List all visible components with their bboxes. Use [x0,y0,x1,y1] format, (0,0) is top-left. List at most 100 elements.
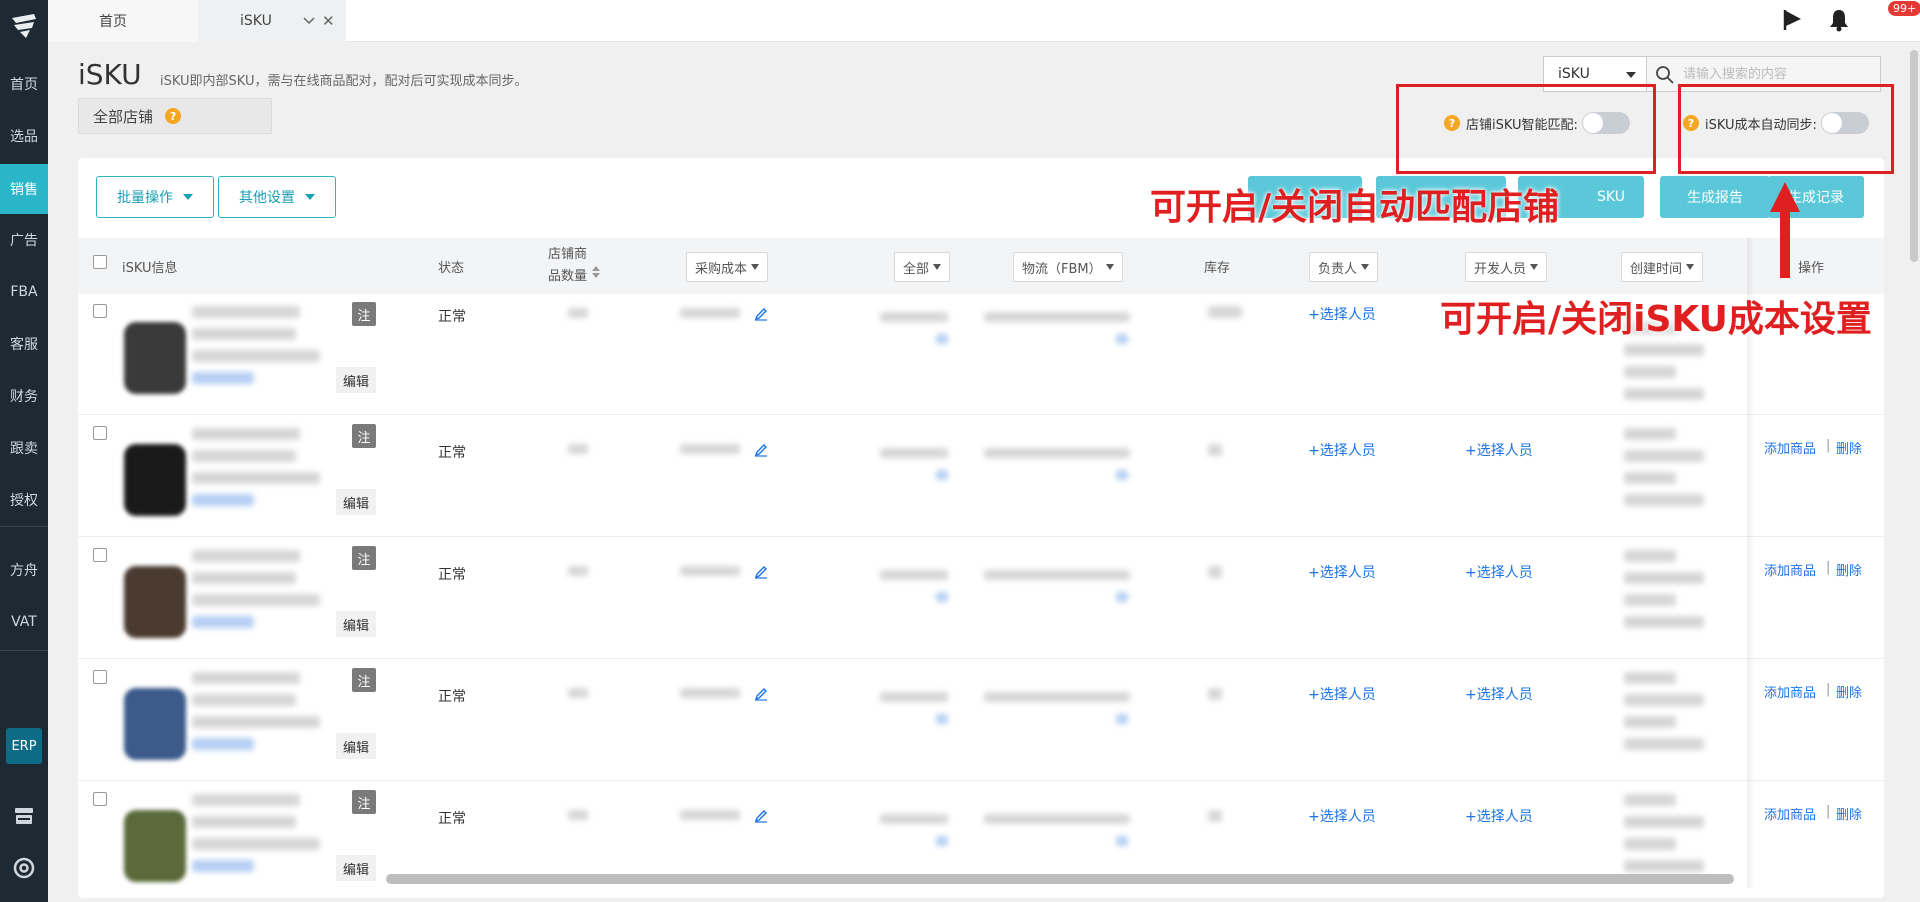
table-row: 注 编辑 正常 +选择人员 +选择人员 添加商品 | 删除 [78,538,1884,659]
horizontal-scrollbar[interactable] [386,874,1734,884]
sidebar-item-ads[interactable]: 广告 [0,216,48,264]
sidebar-item-authorization[interactable]: 授权 [0,476,48,524]
row-checkbox[interactable] [93,304,107,318]
sidebar-item-finance[interactable]: 财务 [0,372,48,420]
add-product-link[interactable]: 添加商品 [1764,682,1816,701]
edit-button[interactable]: 编辑 [336,611,376,637]
product-link-blurred[interactable] [192,616,254,628]
logistics-link-blurred[interactable] [1116,714,1128,724]
product-thumbnail[interactable] [124,444,186,516]
cost-all-link-blurred[interactable] [936,714,948,724]
sidebar-item-product-selection[interactable]: 选品 [0,112,48,160]
product-link-blurred[interactable] [192,860,254,872]
delete-link[interactable]: 删除 [1836,804,1862,823]
row-checkbox[interactable] [93,548,107,562]
vertical-scrollbar[interactable] [1910,50,1918,262]
product-link-blurred[interactable] [192,738,254,750]
product-thumbnail[interactable] [124,566,186,638]
created-time-filter[interactable]: 创建时间 [1621,252,1704,282]
edit-pencil-icon[interactable] [754,687,768,701]
edit-button[interactable]: 编辑 [336,367,376,393]
logistics-link-blurred[interactable] [1116,470,1128,480]
product-thumbnail[interactable] [124,322,186,394]
cost-all-link-blurred[interactable] [936,592,948,602]
edit-button[interactable]: 编辑 [336,489,376,515]
all-filter[interactable]: 全部 [894,252,951,282]
cost-all-link-blurred[interactable] [936,470,948,480]
help-icon[interactable]: ? [165,108,182,124]
note-tag[interactable]: 注 [352,668,376,692]
note-tag[interactable]: 注 [352,424,376,448]
app-logo-icon[interactable] [8,10,40,42]
product-link-blurred[interactable] [192,494,254,506]
sidebar-item-follow-sell[interactable]: 跟卖 [0,424,48,472]
edit-button[interactable]: 编辑 [336,855,376,881]
select-owner-link[interactable]: +选择人员 [1308,684,1376,704]
row-checkbox[interactable] [93,792,107,806]
created-time-blurred [1624,450,1704,462]
select-all-checkbox[interactable] [93,255,107,269]
flag-icon[interactable] [1781,8,1803,32]
sidebar-item-fba[interactable]: FBA [0,268,48,316]
select-developer-link[interactable]: +选择人员 [1465,440,1533,460]
sort-icon[interactable] [591,264,601,280]
product-thumbnail[interactable] [124,810,186,882]
other-settings-button[interactable]: 其他设置 [218,176,336,218]
logistics-link-blurred[interactable] [1116,592,1128,602]
logistics-link-blurred[interactable] [1116,836,1128,846]
store-icon[interactable] [12,804,36,828]
developer-filter[interactable]: 开发人员 [1465,252,1548,282]
select-developer-link[interactable]: +选择人员 [1465,562,1533,582]
tab-isku[interactable]: iSKU ✕ [198,0,346,42]
delete-link[interactable]: 删除 [1836,682,1862,701]
sidebar-item-fangzhou[interactable]: 方舟 [0,546,48,594]
sidebar-item-sales[interactable]: 销售 [0,164,48,214]
add-product-link[interactable]: 添加商品 [1764,438,1816,457]
cost-all-link-blurred[interactable] [936,836,948,846]
row-checkbox[interactable] [93,426,107,440]
owner-filter[interactable]: 负责人 [1309,252,1379,282]
tab-home[interactable]: 首页 [48,0,198,42]
select-owner-link[interactable]: +选择人员 [1308,806,1376,826]
chevron-down-icon[interactable] [302,13,316,27]
isku-button-label: SKU [1597,189,1625,205]
note-tag[interactable]: 注 [352,302,376,326]
note-tag[interactable]: 注 [352,790,376,814]
column-header-shop-count[interactable]: 店铺商 品数量 [548,238,601,294]
edit-pencil-icon[interactable] [754,443,768,457]
sidebar-item-vat[interactable]: VAT [0,598,48,646]
shop-select[interactable]: 全部店铺 ? [78,98,272,134]
generate-report-button[interactable]: 生成报告 [1660,176,1770,218]
select-owner-link[interactable]: +选择人员 [1308,562,1376,582]
edit-pencil-icon[interactable] [754,565,768,579]
product-info-blurred [192,550,300,562]
sidebar-item-customer-service[interactable]: 客服 [0,320,48,368]
row-checkbox[interactable] [93,670,107,684]
sidebar-item-home[interactable]: 首页 [0,60,48,108]
product-link-blurred[interactable] [192,372,254,384]
delete-link[interactable]: 删除 [1836,438,1862,457]
search-icon[interactable] [1655,65,1675,85]
bell-icon[interactable] [1828,8,1850,32]
edit-pencil-icon[interactable] [754,809,768,823]
select-owner-link[interactable]: +选择人员 [1308,304,1376,324]
logistics-filter[interactable]: 物流（FBM） [1013,252,1123,282]
select-developer-link[interactable]: +选择人员 [1465,806,1533,826]
edit-button[interactable]: 编辑 [336,733,376,759]
add-product-link[interactable]: 添加商品 [1764,804,1816,823]
delete-link[interactable]: 删除 [1836,560,1862,579]
cost-all-link-blurred[interactable] [936,334,948,344]
edit-pencil-icon[interactable] [754,307,768,321]
product-info-blurred [192,694,296,706]
select-developer-link[interactable]: +选择人员 [1465,684,1533,704]
logistics-link-blurred[interactable] [1116,334,1128,344]
note-tag[interactable]: 注 [352,546,376,570]
select-owner-link[interactable]: +选择人员 [1308,440,1376,460]
product-thumbnail[interactable] [124,688,186,760]
support-icon[interactable] [12,856,36,880]
close-icon[interactable]: ✕ [322,12,335,30]
batch-operations-button[interactable]: 批量操作 [96,176,214,218]
add-product-link[interactable]: 添加商品 [1764,560,1816,579]
erp-button[interactable]: ERP [6,728,42,764]
purchase-cost-filter[interactable]: 采购成本 [686,252,769,282]
